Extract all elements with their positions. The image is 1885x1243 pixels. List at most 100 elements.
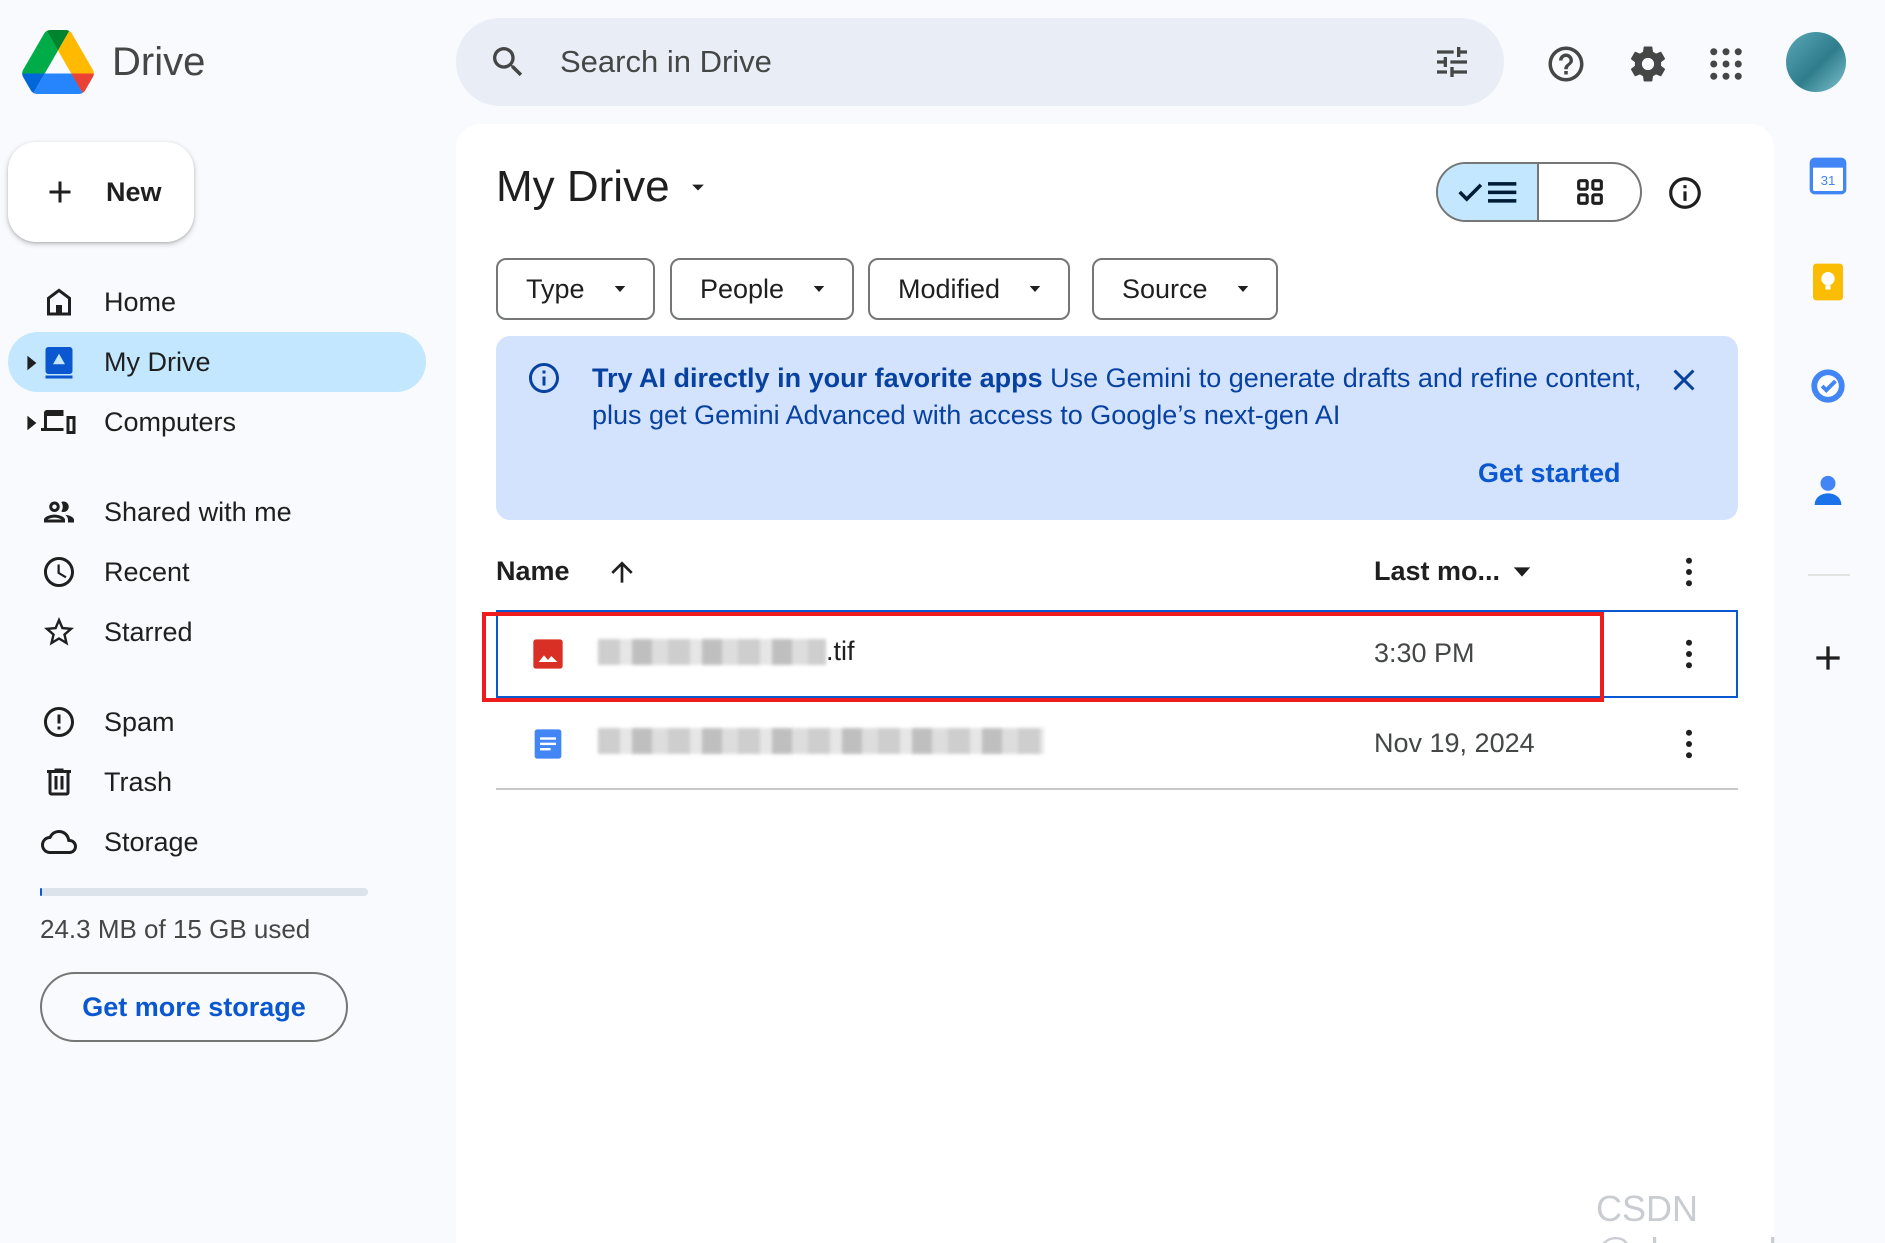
new-button-label: New xyxy=(106,176,162,207)
view-toggle[interactable] xyxy=(1436,162,1642,222)
sidebar-item-label: Spam xyxy=(104,706,175,737)
sidebar-item-spam[interactable]: Spam xyxy=(8,692,426,752)
get-more-storage-button[interactable]: Get more storage xyxy=(40,972,348,1042)
apps-grid-icon xyxy=(1710,48,1742,80)
drive-logo[interactable]: Drive xyxy=(22,30,205,94)
settings-button[interactable] xyxy=(1618,34,1678,94)
sort-ascending-icon[interactable] xyxy=(606,554,638,590)
get-started-button[interactable]: Get started xyxy=(1478,458,1621,489)
storage-usage-fill xyxy=(40,888,42,896)
spam-icon xyxy=(40,703,78,741)
contacts-icon[interactable] xyxy=(1808,470,1848,510)
storage-usage-bar xyxy=(40,888,368,896)
more-vert-icon xyxy=(1686,729,1692,759)
sidebar-item-label: Storage xyxy=(104,826,199,857)
trash-icon xyxy=(40,763,78,801)
file-modified: Nov 19, 2024 xyxy=(1374,728,1535,758)
storage-usage-text: 24.3 MB of 15 GB used xyxy=(40,914,311,944)
page-title[interactable]: My Drive xyxy=(496,162,712,212)
column-header-modified[interactable]: Last mo... xyxy=(1374,556,1536,587)
computers-icon xyxy=(40,403,78,441)
doc-file-icon xyxy=(534,729,562,759)
home-icon xyxy=(40,283,78,321)
file-name[interactable] xyxy=(598,728,1044,754)
help-icon xyxy=(1548,46,1584,82)
sidebar-item-label: Trash xyxy=(104,766,173,797)
page-title-text: My Drive xyxy=(496,162,670,211)
svg-text:31: 31 xyxy=(1821,173,1836,188)
annotation-highlight-box xyxy=(482,612,1604,702)
sidebar-item-starred[interactable]: Starred xyxy=(8,602,426,662)
keep-icon[interactable] xyxy=(1808,262,1848,302)
dropdown-arrow-icon xyxy=(1237,286,1248,292)
list-view-button[interactable] xyxy=(1438,164,1539,220)
apps-button[interactable] xyxy=(1696,34,1756,94)
filter-source[interactable]: Source xyxy=(1092,258,1278,320)
column-header-modified-label: Last mo... xyxy=(1374,556,1501,586)
drive-logo-icon xyxy=(22,30,94,94)
plus-icon[interactable] xyxy=(1808,638,1848,678)
sidebar-item-label: My Drive xyxy=(104,346,211,377)
filter-label: Type xyxy=(526,273,585,304)
expand-caret-icon[interactable] xyxy=(22,414,40,432)
list-options-button[interactable] xyxy=(1674,552,1704,592)
blurred-file-name xyxy=(598,728,1044,754)
grid-view-button[interactable] xyxy=(1539,164,1640,220)
column-header-name[interactable]: Name xyxy=(496,556,570,587)
sidebar-item-label: Shared with me xyxy=(104,496,292,527)
dropdown-arrow-icon xyxy=(614,286,625,292)
expand-caret-icon[interactable] xyxy=(22,354,40,372)
filter-label: People xyxy=(700,273,785,304)
clock-icon xyxy=(40,553,78,591)
sidebar-item-my-drive[interactable]: My Drive xyxy=(8,332,426,392)
gear-icon xyxy=(1630,46,1666,82)
close-icon[interactable] xyxy=(1666,362,1702,398)
check-list-icon xyxy=(1457,182,1516,203)
plus-icon xyxy=(49,181,71,203)
more-vert-icon xyxy=(1686,557,1692,587)
filter-modified[interactable]: Modified xyxy=(868,258,1071,320)
filter-type[interactable]: Type xyxy=(496,258,655,320)
sidebar-item-home[interactable]: Home xyxy=(8,272,426,332)
sidebar-item-trash[interactable]: Trash xyxy=(8,752,426,812)
list-divider xyxy=(496,788,1738,790)
grid-icon xyxy=(1576,179,1603,205)
sidebar-item-storage[interactable]: Storage xyxy=(8,812,426,872)
search-icon[interactable] xyxy=(488,42,528,82)
watermark: CSDN @zhou_x_b xyxy=(1596,1188,1789,1243)
new-button[interactable]: New xyxy=(8,142,194,242)
dropdown-arrow-icon xyxy=(1029,286,1041,292)
app-name: Drive xyxy=(112,39,206,84)
info-icon xyxy=(529,363,559,393)
banner-text: Try AI directly in your favorite apps Us… xyxy=(592,360,1662,434)
sidebar-item-computers[interactable]: Computers xyxy=(8,392,426,452)
search-bar[interactable] xyxy=(456,18,1504,106)
tasks-icon[interactable] xyxy=(1808,366,1848,406)
dropdown-arrow-icon xyxy=(691,184,704,191)
dropdown-arrow-icon xyxy=(1513,566,1531,577)
info-icon xyxy=(1669,177,1701,209)
my-drive-icon xyxy=(40,343,78,381)
help-button[interactable] xyxy=(1536,34,1596,94)
filter-label: Modified xyxy=(898,273,1001,304)
sidebar-item-shared-with-me[interactable]: Shared with me xyxy=(8,482,426,542)
dropdown-arrow-icon xyxy=(813,286,825,292)
file-more-button[interactable] xyxy=(1674,724,1704,764)
filter-label: Source xyxy=(1122,273,1208,304)
banner-headline: Try AI directly in your favorite apps xyxy=(592,363,1043,393)
people-icon xyxy=(40,493,78,531)
file-more-button[interactable] xyxy=(1674,634,1704,674)
rail-divider xyxy=(1808,574,1850,576)
details-button[interactable] xyxy=(1660,168,1710,218)
calendar-icon[interactable]: 31 xyxy=(1808,156,1848,196)
sidebar-item-label: Recent xyxy=(104,556,190,587)
account-avatar[interactable] xyxy=(1786,32,1846,92)
filter-people[interactable]: People xyxy=(670,258,855,320)
tune-icon[interactable] xyxy=(1432,42,1472,82)
sidebar-item-recent[interactable]: Recent xyxy=(8,542,426,602)
sidebar-item-label: Computers xyxy=(104,406,237,437)
sidebar-item-label: Starred xyxy=(104,616,193,647)
more-vert-icon xyxy=(1686,639,1692,669)
cloud-icon xyxy=(40,823,78,861)
search-input[interactable] xyxy=(560,44,1432,80)
